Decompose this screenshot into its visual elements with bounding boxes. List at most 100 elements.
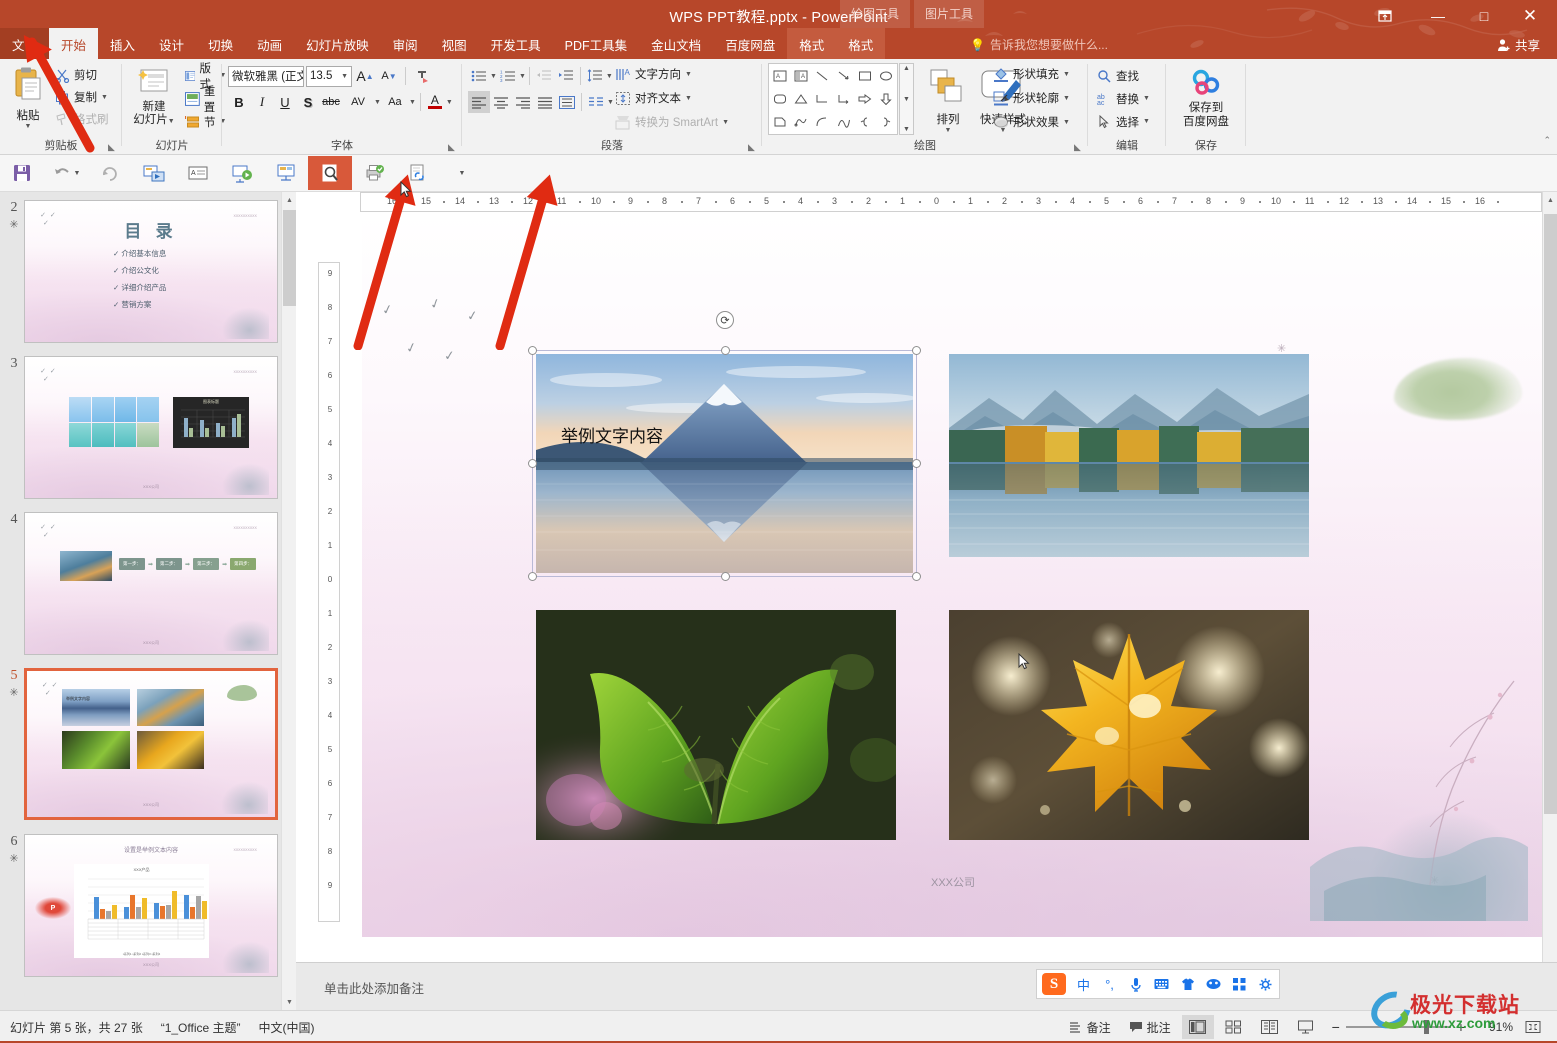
shape-curve[interactable] (833, 111, 854, 134)
start-slideshow-button[interactable] (220, 156, 264, 190)
thumbnail-slide-2[interactable]: 2 ✳ ✓ ✓ ✓ XXXXXXXXXX 目 录 ✓ 介绍基本信息 ✓ 介绍公文… (0, 200, 295, 345)
font-dialog-launcher[interactable]: ◣ (448, 142, 458, 152)
arrange-button[interactable]: 排列 ▼ (920, 63, 976, 141)
convert-smartart-button[interactable]: 转换为 SmartArt ▼ (612, 110, 732, 134)
language-indicator[interactable]: 中文(中国) (259, 1019, 315, 1036)
shape-elbow-arrow-connector[interactable] (833, 87, 854, 110)
shape-right-arrow[interactable] (854, 87, 875, 110)
zoom-out-button[interactable]: − (1332, 1019, 1340, 1035)
thumbnail-slide-3[interactable]: 3 ✓ ✓ ✓ XXXXXXXXXX 图表标题 XXX公司 (0, 356, 295, 501)
collapse-ribbon-button[interactable]: ⌃ (1543, 135, 1551, 146)
shape-down-arrow[interactable] (876, 87, 897, 110)
strikethrough-button[interactable]: abc (320, 91, 342, 113)
underline-button[interactable]: U (274, 91, 296, 113)
shape-elbow-connector[interactable] (812, 87, 833, 110)
numbering-caret[interactable]: ▼ (519, 73, 526, 80)
slide-thumbnail-pane[interactable]: 2 ✳ ✓ ✓ ✓ XXXXXXXXXX 目 录 ✓ 介绍基本信息 ✓ 介绍公文… (0, 192, 296, 1010)
tab-insert[interactable]: 插入 (98, 28, 147, 59)
close-button[interactable]: ✕ (1507, 2, 1553, 30)
tab-transitions[interactable]: 切换 (196, 28, 245, 59)
image-yellow-maple-leaf[interactable] (949, 610, 1309, 840)
shape-fill-button[interactable]: 形状填充 ▼ (990, 62, 1073, 86)
save-to-netdisk-button[interactable]: 保存到 百度网盘 (1174, 65, 1238, 129)
resize-handle-se[interactable] (912, 572, 921, 581)
tab-pdf-tools[interactable]: PDF工具集 (553, 28, 640, 59)
redo-button[interactable] (88, 156, 132, 190)
maximize-button[interactable]: □ (1461, 2, 1507, 30)
sogou-logo-icon[interactable]: S (1042, 973, 1066, 995)
resize-handle-e[interactable] (912, 459, 921, 468)
image-green-leaves[interactable] (536, 610, 896, 840)
microphone-icon[interactable] (1127, 977, 1144, 992)
text-direction-caret[interactable]: ▼ (685, 71, 692, 78)
drawing-dialog-launcher[interactable]: ◣ (1074, 142, 1084, 152)
tab-slideshow[interactable]: 幻灯片放映 (294, 28, 381, 59)
shape-left-brace[interactable] (854, 111, 875, 134)
normal-view-button[interactable] (1181, 1015, 1214, 1039)
tab-file[interactable]: 文件 (0, 28, 50, 59)
slide-edit-area[interactable]: ✓ ✓ ✓ ✓ ✓ ✳ ✳ (296, 192, 1557, 1010)
bold-button[interactable]: B (228, 91, 250, 113)
shape-oval[interactable] (876, 64, 897, 87)
align-left-button[interactable] (468, 91, 490, 113)
thumbnail-image[interactable]: 设置是举例文本内容 XXXXXXXXXX XXX产品 ▪系列1 ▪系列2 ▪系列… (24, 834, 278, 977)
decrease-indent-button[interactable] (533, 65, 555, 87)
resize-handle-w[interactable] (528, 459, 537, 468)
resize-handle-sw[interactable] (528, 572, 537, 581)
tab-view[interactable]: 视图 (430, 28, 479, 59)
numbering-button[interactable]: 1 2 3 (497, 65, 519, 87)
comments-button[interactable]: 批注 (1122, 1015, 1178, 1040)
paste-button[interactable]: 粘贴 ▼ (4, 63, 52, 135)
start-from-current-slide-button[interactable] (132, 156, 176, 190)
slideshow-button[interactable] (1290, 1015, 1322, 1039)
tab-picture-tools-format[interactable]: 格式 (836, 28, 886, 59)
thumbnail-image[interactable]: ✓ ✓ ✓ XXXXXXXXXX 目 录 ✓ 介绍基本信息 ✓ 介绍公文化 ✓ … (24, 200, 278, 343)
tab-baidu-netdisk[interactable]: 百度网盘 (713, 28, 787, 59)
copy-button[interactable]: 复制 ▼ (52, 86, 112, 108)
thumbnail-image-selected[interactable]: ✓ ✓ ✓ 举例文字内容 XXX公司 (24, 668, 278, 820)
select-button[interactable]: 选择 ▼ (1094, 110, 1153, 133)
zoom-slider[interactable]: − + (1332, 1019, 1465, 1035)
preview-button[interactable] (308, 156, 352, 190)
clear-formatting-button[interactable] (411, 65, 433, 87)
sogou-ime-toolbar[interactable]: S 中 °, (1036, 969, 1280, 999)
shape-arc[interactable] (812, 111, 833, 134)
shape-folded-corner[interactable] (769, 111, 790, 134)
shape-triangle[interactable] (790, 87, 811, 110)
shapes-gallery[interactable]: A A (768, 63, 898, 135)
tab-drawing-tools-format[interactable]: 格式 (787, 28, 837, 59)
thumbnail-slide-5[interactable]: 5 ✳ ✓ ✓ ✓ 举例文字内容 XXX公司 (0, 668, 295, 823)
presenter-view-button[interactable] (264, 156, 308, 190)
font-size-caret[interactable]: ▼ (341, 73, 351, 80)
zoom-track[interactable] (1345, 1020, 1451, 1034)
shape-rectangle[interactable] (854, 64, 875, 87)
font-name-input[interactable]: 微软雅黑 (正文 ▼ (228, 65, 304, 87)
cut-button[interactable]: 剪切 (52, 64, 112, 86)
shape-freeform[interactable] (790, 111, 811, 134)
shape-rounded-rectangle[interactable] (769, 87, 790, 110)
notes-placeholder[interactable]: 单击此处添加备注 (324, 978, 424, 997)
undo-button[interactable]: ▼ (44, 156, 88, 190)
thumbnail-scrollbar[interactable]: ▲ ▼ (281, 192, 296, 1010)
reading-view-button[interactable] (1254, 1015, 1286, 1039)
shape-fill-caret[interactable]: ▼ (1063, 71, 1070, 78)
tab-developer[interactable]: 开发工具 (479, 28, 553, 59)
settings-icon[interactable] (1257, 978, 1274, 991)
bullets-caret[interactable]: ▼ (490, 73, 497, 80)
tab-animations[interactable]: 动画 (245, 28, 294, 59)
fit-slide-to-window-button[interactable] (1517, 1015, 1549, 1039)
select-caret[interactable]: ▼ (1143, 118, 1150, 125)
rotate-handle[interactable]: ⟳ (716, 311, 734, 329)
font-color-caret[interactable]: ▼ (446, 99, 453, 106)
resize-handle-ne[interactable] (912, 346, 921, 355)
ime-punctuation-button[interactable]: °, (1101, 977, 1118, 992)
scroll-thumb[interactable] (1544, 214, 1557, 814)
find-button[interactable]: 查找 (1094, 64, 1153, 87)
char-spacing-caret[interactable]: ▼ (374, 99, 381, 106)
slide-stage[interactable]: ✓ ✓ ✓ ✓ ✓ ✳ ✳ (362, 214, 1544, 937)
shape-vertical-text-box[interactable]: A (790, 64, 811, 87)
gallery-scroll-down-button[interactable]: ▼ (903, 96, 910, 103)
emoji-icon[interactable] (1205, 978, 1222, 990)
replace-button[interactable]: ab ac 替换 ▼ (1094, 87, 1153, 110)
shape-effects-caret[interactable]: ▼ (1063, 119, 1070, 126)
